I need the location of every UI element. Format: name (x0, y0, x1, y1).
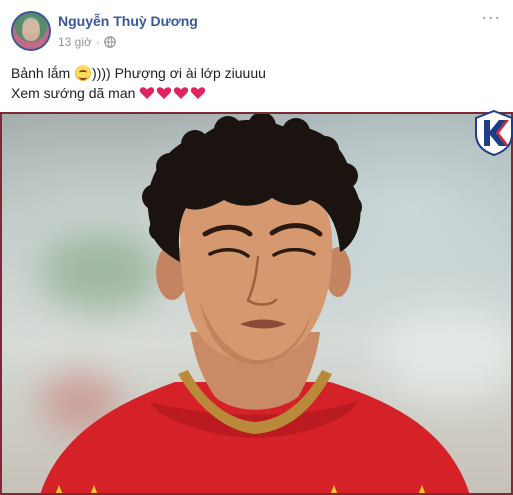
post-text-part-1: Bảnh lắm (11, 65, 75, 81)
avatar-face (22, 19, 40, 41)
player-illustration (40, 112, 470, 495)
separator-dot: · (95, 35, 100, 49)
smiling-face-emoji-icon (75, 65, 92, 81)
post-header: Nguyễn Thuỳ Dương 13 giờ · ··· (0, 0, 513, 60)
post-text-line-1: Bảnh lắm )))) Phượng ơi ài lớp ziuuuu (11, 63, 501, 83)
post-text-part-3: Xem sướng dã man (11, 85, 140, 101)
post-timestamp[interactable]: 13 giờ (58, 35, 92, 49)
author-avatar[interactable] (11, 11, 51, 51)
k-logo-badge-icon (475, 110, 513, 156)
author-name[interactable]: Nguyễn Thuỳ Dương (58, 13, 198, 29)
post-text-part-2: )))) Phượng ơi ài lớp ziuuuu (92, 65, 266, 81)
heart-icon (191, 87, 206, 99)
post-meta: 13 giờ · (58, 35, 116, 49)
globe-icon[interactable] (104, 36, 116, 48)
heart-icon (157, 87, 172, 99)
facebook-post: Nguyễn Thuỳ Dương 13 giờ · ··· Bảnh lắm … (0, 0, 513, 495)
heart-icon (174, 87, 189, 99)
more-options-icon[interactable]: ··· (481, 8, 501, 30)
heart-icon (140, 87, 155, 99)
post-photo[interactable] (0, 112, 513, 495)
post-text-line-2: Xem sướng dã man (11, 83, 501, 103)
post-text: Bảnh lắm )))) Phượng ơi ài lớp ziuuuu Xe… (11, 63, 501, 103)
